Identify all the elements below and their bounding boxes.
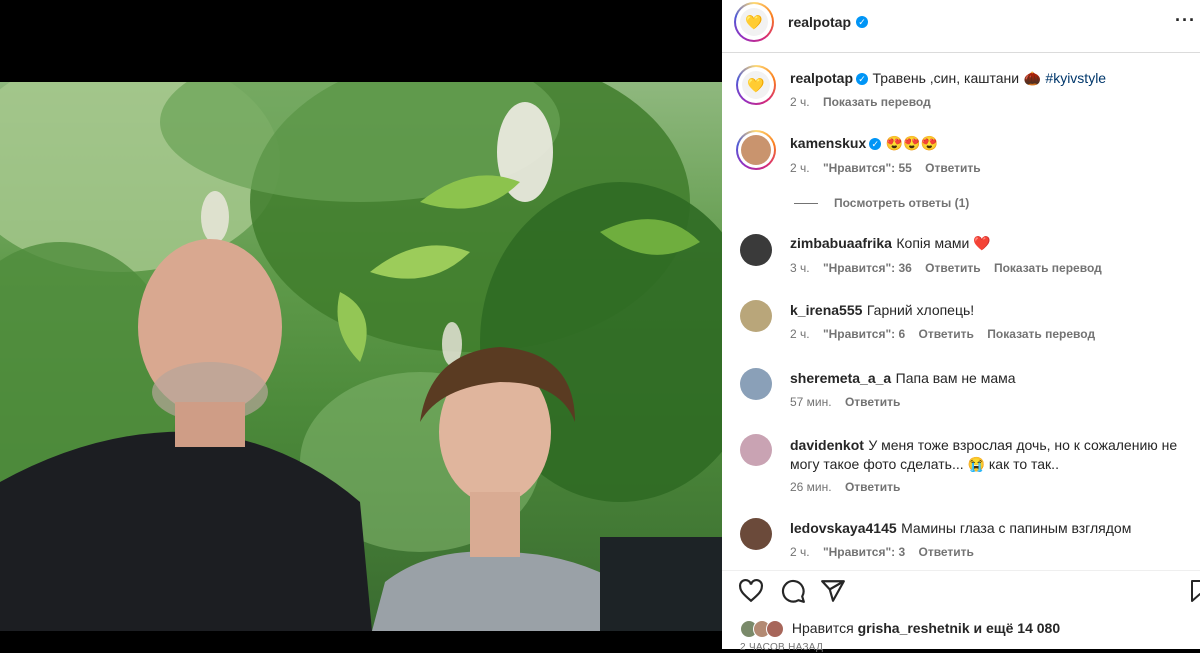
comment-item: davidenkot У меня тоже взрослая дочь, но… xyxy=(722,430,1200,500)
comment-time[interactable]: 2 ч. xyxy=(790,327,810,341)
caption-avatar[interactable]: 💛 xyxy=(736,65,776,105)
reply-button[interactable]: Ответить xyxy=(918,327,973,341)
comment-text: Гарний хлопець! xyxy=(866,302,975,318)
comment-text: Копія мами ❤️ xyxy=(896,235,991,251)
replies-divider xyxy=(794,203,818,204)
photo-illustration xyxy=(0,82,722,631)
comment-avatar[interactable] xyxy=(740,300,772,332)
comment-likes[interactable]: "Нравится": 36 xyxy=(823,261,912,275)
comment-time[interactable]: 26 мин. xyxy=(790,480,832,494)
comment-likes[interactable]: "Нравится": 3 xyxy=(823,545,905,559)
comment-time[interactable]: 3 ч. xyxy=(790,261,810,275)
comment-item: sheremeta_a_a Папа вам не мама 57 мин. О… xyxy=(722,364,1200,414)
comment-username[interactable]: ledovskaya4145 xyxy=(790,520,897,536)
more-icon[interactable]: ··· xyxy=(1175,10,1196,31)
translate-link[interactable]: Показать перевод xyxy=(987,327,1095,341)
share-icon[interactable] xyxy=(820,578,846,604)
comment-avatar[interactable] xyxy=(736,130,776,170)
caption-username[interactable]: realpotap xyxy=(790,70,853,86)
likes-user[interactable]: grisha_reshetnik xyxy=(858,620,970,636)
post-sidebar: 💛 realpotap ✓ ··· 💛 realpotap ✓ Травень ,… xyxy=(722,0,1200,653)
reply-button[interactable]: Ответить xyxy=(925,261,980,275)
comment-time[interactable]: 2 ч. xyxy=(790,161,810,175)
bookmark-icon[interactable] xyxy=(1188,578,1200,604)
comment-icon[interactable] xyxy=(780,578,806,604)
comment-text: Мамины глаза с папиным взглядом xyxy=(901,520,1132,536)
view-replies[interactable]: Посмотреть ответы (1) xyxy=(722,194,1200,212)
comment-item: zimbabuaafrika Копія мами ❤️ 3 ч. "Нрави… xyxy=(722,230,1200,285)
hashtag-link[interactable]: #kyivstyle xyxy=(1045,70,1106,86)
comment-avatar[interactable] xyxy=(740,368,772,400)
view-replies-label[interactable]: Посмотреть ответы (1) xyxy=(834,196,969,210)
comment-username[interactable]: kamenskux xyxy=(790,135,866,151)
likes-prefix: Нравится xyxy=(791,620,854,636)
author-username[interactable]: realpotap xyxy=(788,14,851,30)
caption-text: Травень ,син, каштани xyxy=(872,70,1020,86)
comment-username[interactable]: sheremeta_a_a xyxy=(790,370,891,386)
verified-icon: ✓ xyxy=(869,137,882,150)
comment-likes[interactable]: "Нравится": 6 xyxy=(823,327,905,341)
comment-item: kamenskux ✓ 😍😍😍 2 ч. "Нравится": 55 Ответ… xyxy=(722,128,1200,183)
post-caption: 💛 realpotap ✓ Травень ,син, каштани 🌰 #ky… xyxy=(722,62,1200,117)
reply-button[interactable]: Ответить xyxy=(925,161,980,175)
post-header: 💛 realpotap ✓ ··· xyxy=(722,0,1200,53)
likes-count[interactable]: и ещё 14 080 xyxy=(974,620,1061,636)
heart-logo-icon: 💛 xyxy=(740,8,768,36)
comment-avatar[interactable] xyxy=(740,518,772,550)
action-bar xyxy=(722,570,1200,611)
translate-link[interactable]: Показать перевод xyxy=(994,261,1102,275)
comment-username[interactable]: zimbabuaafrika xyxy=(790,235,892,251)
post-photo[interactable] xyxy=(0,82,722,631)
verified-icon: ✓ xyxy=(856,16,868,28)
comment-time[interactable]: 2 ч. xyxy=(790,545,810,559)
comment-text: 😍😍😍 xyxy=(885,135,939,151)
chestnut-emoji: 🌰 xyxy=(1023,70,1041,86)
comment-avatar[interactable] xyxy=(740,234,772,266)
heart-logo-icon: 💛 xyxy=(742,71,770,99)
verified-icon: ✓ xyxy=(856,72,869,85)
comment-time[interactable]: 57 мин. xyxy=(790,395,832,409)
likes-summary[interactable]: Нравится grisha_reshetnik и ещё 14 080 xyxy=(740,620,1061,639)
comment-username[interactable]: k_irena555 xyxy=(790,302,862,318)
post-timestamp[interactable]: 2 ЧАСОВ НАЗАД xyxy=(740,642,823,653)
comment-username[interactable]: davidenkot xyxy=(790,437,864,453)
reply-button[interactable]: Ответить xyxy=(918,545,973,559)
comment-likes[interactable]: "Нравится": 55 xyxy=(823,161,912,175)
liker-avatar xyxy=(766,620,784,639)
author-avatar[interactable]: 💛 xyxy=(734,2,774,42)
translate-link[interactable]: Показать перевод xyxy=(823,95,931,109)
reply-button[interactable]: Ответить xyxy=(845,480,900,494)
comment-avatar[interactable] xyxy=(740,434,772,466)
reply-button[interactable]: Ответить xyxy=(845,395,900,409)
caption-time[interactable]: 2 ч. xyxy=(790,95,810,109)
heart-icon[interactable] xyxy=(738,578,764,604)
comment-item: k_irena555 Гарний хлопець! 2 ч. "Нравитс… xyxy=(722,297,1200,352)
post-media-panel xyxy=(0,0,722,649)
comment-text: Папа вам не мама xyxy=(895,370,1016,386)
comment-item: ledovskaya4145 Мамины глаза с папиным вз… xyxy=(722,514,1200,564)
